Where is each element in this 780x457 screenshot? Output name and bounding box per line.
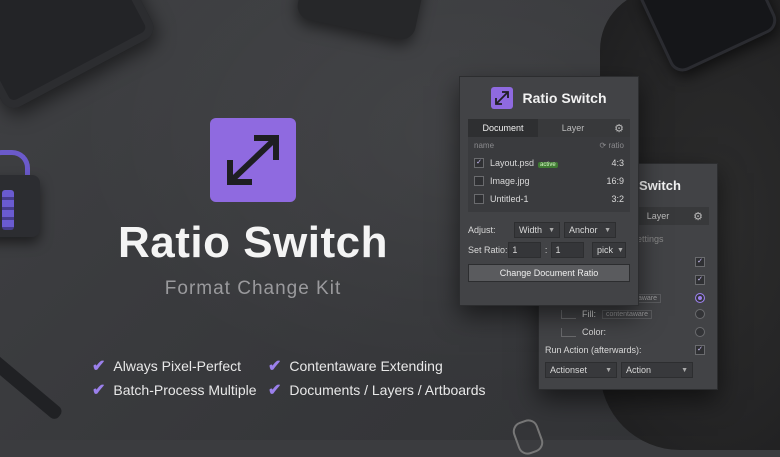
anchor-select[interactable]: Anchor ▼	[564, 222, 616, 238]
feature-label: Batch-Process Multiple	[113, 382, 257, 398]
row-checkbox[interactable]: ✓	[474, 158, 484, 168]
tab-layer[interactable]: Layer	[538, 119, 608, 137]
panel-header: Ratio Switch	[460, 77, 638, 119]
list-item[interactable]: ✓ Layout.psd active 4:3	[474, 154, 624, 172]
fill-row: Fill: contentaware	[545, 306, 711, 322]
checkmark-icon: ✔	[268, 382, 282, 399]
feature-label: Documents / Layers / Artboards	[289, 382, 486, 398]
run-action-label: Run Action (afterwards):	[545, 345, 642, 355]
panel-title: Switch	[639, 178, 681, 193]
checkmark-icon: ✔	[92, 358, 106, 375]
file-name: Layout.psd	[490, 158, 535, 168]
file-name: Untitled-1	[490, 194, 529, 204]
pick-select[interactable]: pick ▼	[592, 242, 626, 258]
ratio-switch-panel: Ratio Switch Document Layer ⚙ name ⟳ rat…	[459, 76, 639, 306]
run-action-row: Run Action (afterwards): ✓	[545, 342, 711, 358]
adjust-value: Width	[519, 225, 543, 235]
ratio-width-input[interactable]: 1	[508, 242, 541, 258]
gear-icon[interactable]: ⚙	[608, 119, 630, 137]
option-checkbox[interactable]: ✓	[695, 257, 705, 267]
ratio-height-input[interactable]: 1	[551, 242, 584, 258]
section-heading: ettings	[637, 234, 664, 244]
chevron-down-icon: ▼	[548, 226, 555, 234]
hero-title: Ratio Switch	[117, 218, 389, 267]
feature-item: ✔ Batch-Process Multiple	[92, 380, 257, 400]
list-header: name ⟳ ratio	[474, 141, 624, 150]
status-badge: active	[538, 162, 558, 168]
set-ratio-row: Set Ratio: 1 : 1 pick ▼	[468, 240, 630, 260]
app-logo	[210, 118, 296, 202]
fill-value-tag[interactable]: contentaware	[602, 309, 653, 319]
row-ratio: 4:3	[611, 158, 624, 168]
gear-icon[interactable]: ⚙	[687, 207, 709, 225]
tree-connector	[561, 309, 576, 319]
change-document-ratio-button[interactable]: Change Document Ratio	[468, 264, 630, 282]
actionset-value: Actionset	[550, 365, 588, 375]
ratio-column-header[interactable]: ⟳ ratio	[600, 141, 625, 150]
row-checkbox[interactable]	[474, 194, 484, 204]
action-select-row: Actionset ▼ Action ▼	[545, 362, 711, 378]
option-checkbox[interactable]: ✓	[695, 275, 705, 285]
tab-document[interactable]: Document	[468, 119, 538, 137]
document-list: name ⟳ ratio ✓ Layout.psd active 4:3 Imag…	[468, 137, 630, 212]
chevron-down-icon: ▼	[617, 246, 624, 254]
tab-bar: Layer ⚙	[629, 207, 709, 225]
adjust-row: Adjust: Width ▼ Anchor ▼	[468, 220, 630, 240]
chevron-down-icon: ▼	[605, 366, 612, 374]
feature-label: Contentaware Extending	[289, 358, 443, 374]
padlock-dials-decoration	[2, 190, 14, 230]
checkmark-icon: ✔	[92, 382, 106, 399]
feature-item: ✔ Contentaware Extending	[268, 356, 443, 376]
option-radio[interactable]	[695, 327, 705, 337]
diagonal-resize-arrows-icon	[495, 91, 510, 105]
diagonal-resize-arrows-icon	[227, 135, 279, 185]
chevron-down-icon: ▼	[681, 366, 688, 374]
adjust-label: Adjust:	[468, 225, 496, 235]
option-radio[interactable]	[695, 293, 705, 303]
row-ratio: 3:2	[611, 194, 624, 204]
file-name: Image.jpg	[490, 176, 530, 186]
name-column-header[interactable]: name	[474, 141, 494, 150]
option-radio[interactable]	[695, 309, 705, 319]
feature-item: ✔ Documents / Layers / Artboards	[268, 380, 486, 400]
ratio-separator: :	[544, 245, 548, 255]
action-value: Action	[626, 365, 652, 375]
action-select[interactable]: Action ▼	[621, 362, 693, 378]
set-ratio-label: Set Ratio:	[468, 245, 508, 255]
color-label: Color:	[582, 327, 607, 337]
panel-title: Ratio Switch	[522, 90, 607, 106]
ratio-column-label: ratio	[608, 141, 624, 150]
actionset-select[interactable]: Actionset ▼	[545, 362, 617, 378]
chevron-down-icon: ▼	[604, 226, 611, 234]
hero-subtitle: Format Change Kit	[164, 278, 342, 299]
panel-logo	[491, 87, 514, 109]
row-checkbox[interactable]	[474, 176, 484, 186]
feature-item: ✔ Always Pixel-Perfect	[92, 356, 241, 376]
feature-label: Always Pixel-Perfect	[113, 358, 241, 374]
fill-label: Fill:	[582, 309, 596, 319]
adjust-select[interactable]: Width ▼	[514, 222, 560, 238]
row-name: Layout.psd active	[490, 158, 611, 168]
list-item[interactable]: Untitled-1 3:2	[474, 190, 624, 208]
checkmark-icon: ✔	[268, 358, 282, 375]
color-row: Color:	[545, 324, 711, 340]
anchor-value: Anchor	[569, 225, 598, 235]
tree-connector	[561, 327, 576, 337]
row-ratio: 16:9	[606, 176, 624, 186]
run-action-checkbox[interactable]: ✓	[695, 345, 705, 355]
tab-bar: Document Layer ⚙	[468, 119, 630, 137]
pick-value: pick	[597, 245, 614, 255]
controls: Adjust: Width ▼ Anchor ▼ Set Ratio: 1 : 1 …	[468, 220, 630, 260]
list-item[interactable]: Image.jpg 16:9	[474, 172, 624, 190]
